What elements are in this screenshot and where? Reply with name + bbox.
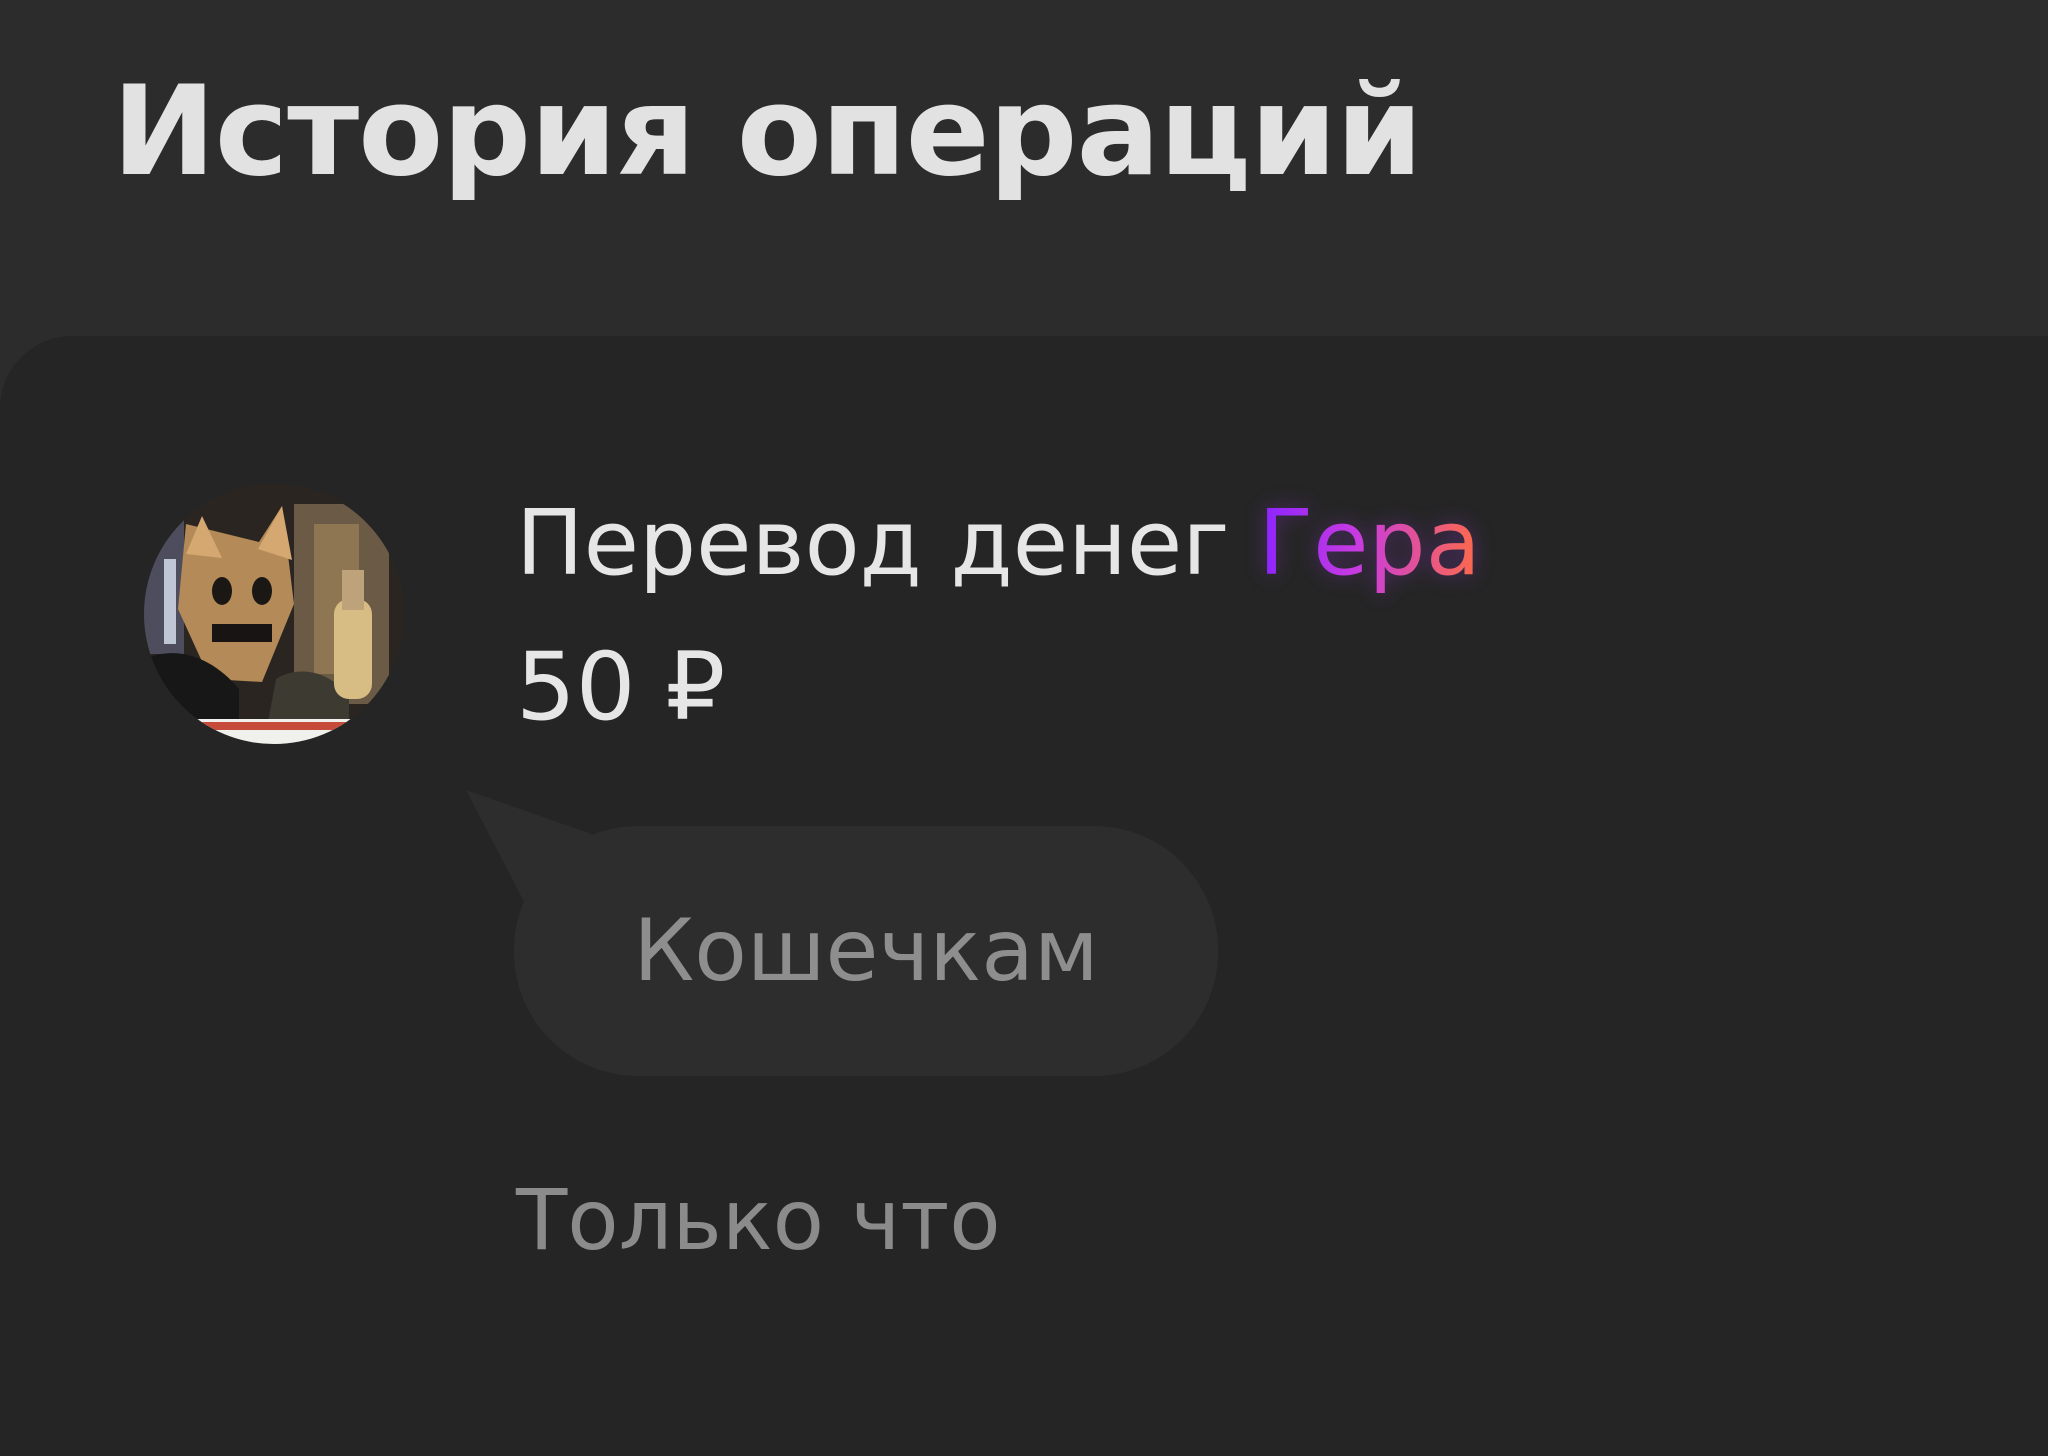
transaction-time: Только что [516,1171,1001,1269]
comment-text: Кошечкам [633,901,1099,1001]
transaction-title: Перевод денег Гера [516,484,1481,604]
transaction-amount: 50 ₽ [516,633,726,742]
recipient-name[interactable]: Гера [1258,491,1481,596]
page-title: История операций [112,60,1423,204]
transaction-title-prefix: Перевод денег [516,491,1230,596]
cat-photo-avatar-icon [144,484,404,744]
avatar[interactable] [144,484,404,744]
comment-bubble: Кошечкам [514,826,1218,1076]
